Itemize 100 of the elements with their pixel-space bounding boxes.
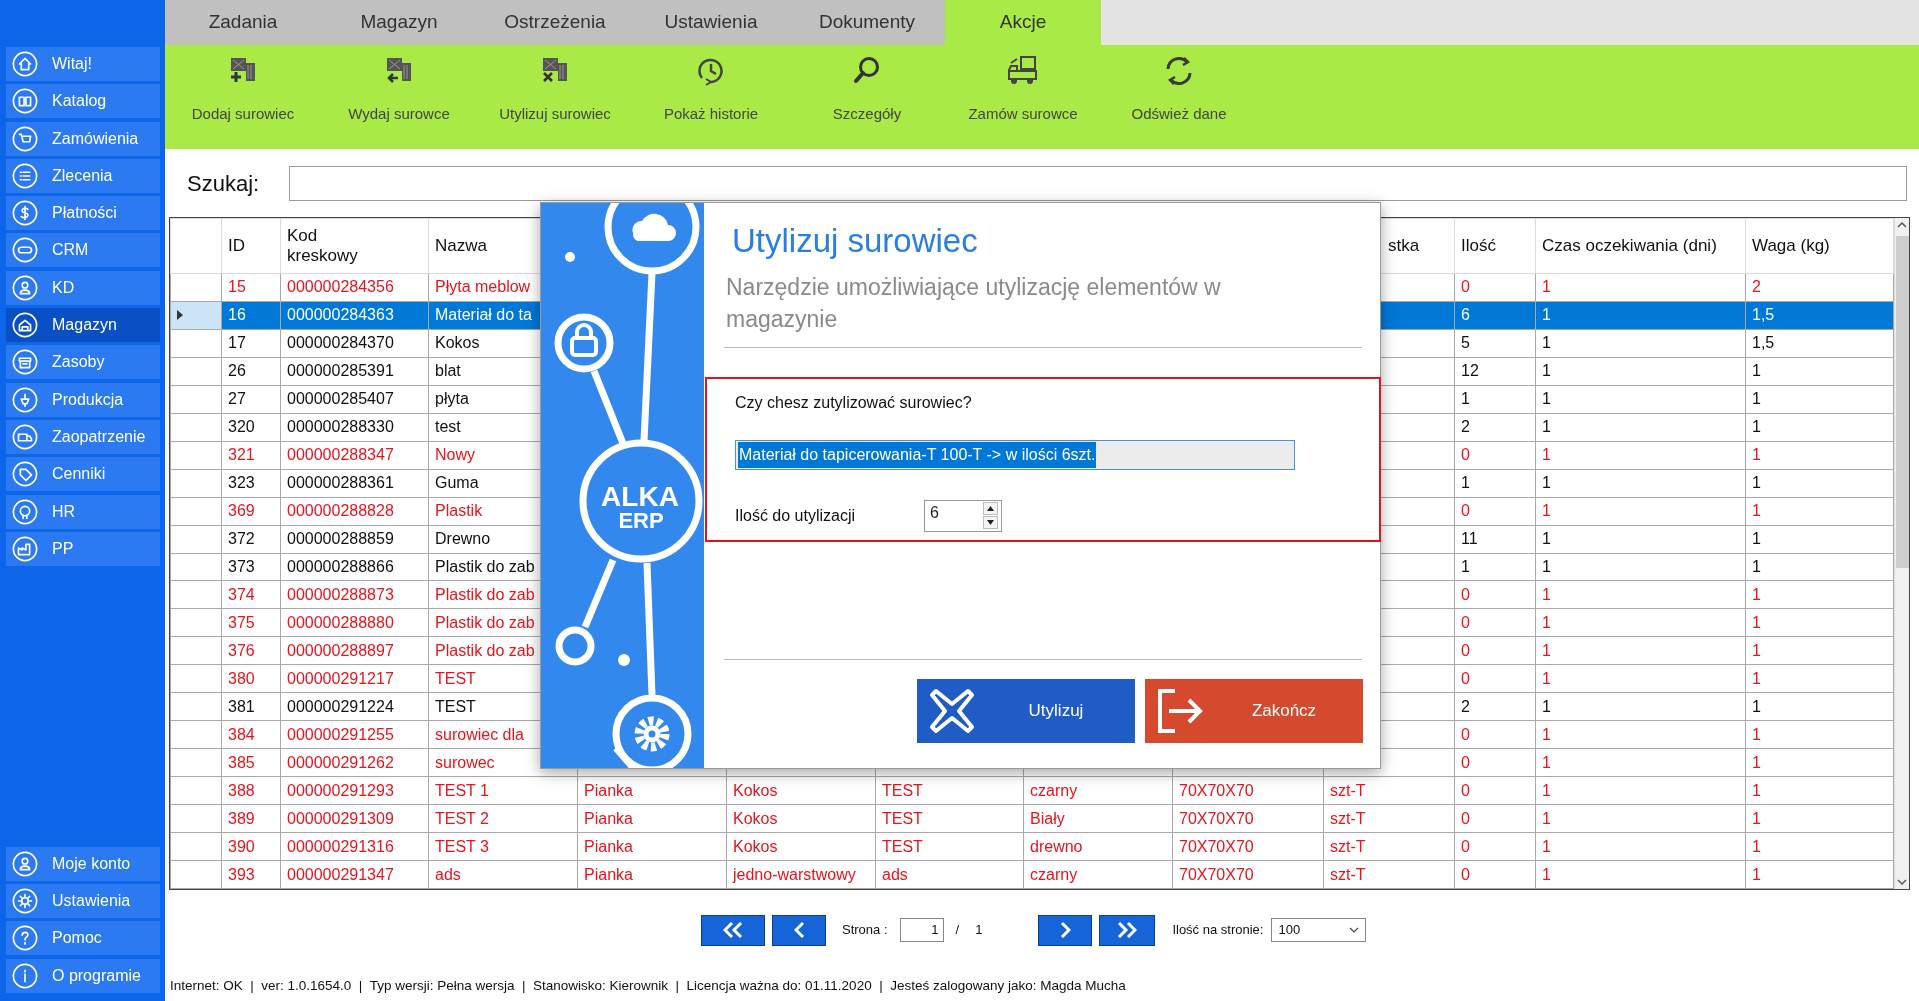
quantity-spinner[interactable]: 6 [924,499,1002,532]
row-header[interactable] [170,357,222,386]
toolbar-button[interactable]: Utylizuj surowiec [477,45,633,149]
table-cell: 393 [228,865,255,883]
info-icon [12,962,38,989]
sidebar-item[interactable]: CRM [6,233,160,268]
increment-button[interactable] [983,502,998,516]
row-header[interactable] [170,301,222,330]
sidebar-item[interactable]: Katalog [6,84,160,119]
toolbar-button[interactable]: Pokaż historie [633,45,789,149]
table-cell: 70X70X70 [1179,809,1254,827]
table-cell: 0 [1461,837,1470,855]
table-cell: Kokos [733,781,778,799]
table-cell: 1 [1752,613,1761,631]
sidebar-item[interactable]: PP [6,531,160,566]
tab[interactable]: Ostrzeżenia [477,0,633,45]
row-header[interactable] [170,413,222,442]
decrement-button[interactable] [983,516,998,530]
sidebar-item[interactable]: Zasoby [6,345,160,380]
sidebar-item[interactable]: Pomoc [6,921,160,956]
page-separator: / [955,921,960,940]
sidebar-item[interactable]: Produkcja [6,382,160,417]
toolbar-button[interactable]: Odśwież dane [1101,45,1257,149]
tab[interactable]: Ustawienia [633,0,789,45]
row-header[interactable] [170,804,222,833]
table-cell: 1 [1542,585,1551,603]
tab[interactable]: Zadania [165,0,321,45]
next-page-button[interactable] [1038,914,1093,946]
sidebar-item[interactable]: Zaopatrzenie [6,419,160,454]
scroll-thumb[interactable] [1895,236,1909,568]
row-header[interactable] [170,273,222,302]
sidebar-item[interactable]: Zamówienia [6,121,160,156]
table-cell: 323 [228,474,255,492]
row-header[interactable] [170,469,222,498]
table-cell: 0 [1461,613,1470,631]
summary-field[interactable]: Materiał do tapicerowania-T 100-T -> w ilości 6szt. [735,439,1295,470]
last-page-button[interactable] [1099,914,1156,946]
caret-icon [1349,927,1360,933]
sidebar-item[interactable]: Ustawienia [6,884,160,919]
sidebar-item[interactable]: Cenniki [6,457,160,492]
table-cell: ads [435,865,461,883]
table-cell: Płyta meblow [435,278,531,296]
tab[interactable]: Magazyn [321,0,477,45]
table-cell: 0 [1461,781,1470,799]
row-header[interactable] [170,860,222,889]
sidebar-item[interactable]: Zlecenia [6,158,160,193]
row-header[interactable] [170,497,222,526]
row-header[interactable] [170,329,222,358]
table-cell: 1 [1752,669,1761,687]
table-cell: 1 [1752,753,1761,771]
table-cell: Kokos [733,809,778,827]
table-cell: TEST [882,809,923,827]
toolbar-button[interactable]: Szczegóły [789,45,945,149]
page-field[interactable]: 1 [899,918,944,942]
sidebar-item[interactable]: Płatności [6,196,160,231]
row-header[interactable] [170,776,222,805]
previous-page-button[interactable] [772,914,826,946]
table-cell: TEST [435,669,476,687]
first-page-button[interactable] [701,914,765,946]
per-page-select[interactable]: 100 [1271,918,1367,942]
status-bar-text: Internet: OK | ver: 1.0.1654.0 | Typ wersji: Pełna wersja | Stanowisko: Kierownik | Licencja ważna do: 01.11.2020 | Jesteś zalogowany jako: Magda Mucha [169,977,1127,995]
table-cell: 1 [1542,641,1551,659]
row-header[interactable] [170,692,222,721]
table-cell: 2 [1461,418,1470,436]
tab[interactable]: Dokumenty [789,0,945,45]
toolbar-button[interactable]: Zamów surowce [945,45,1101,149]
row-header[interactable] [170,441,222,470]
table-cell: 000000291224 [287,697,394,715]
table-cell: TEST [435,697,476,715]
scrollbar[interactable] [1894,218,1909,889]
table-cell: szt-T [1330,781,1366,799]
row-header[interactable] [170,608,222,637]
exit-button[interactable]: Zakończ [1145,678,1363,743]
row-header[interactable] [170,385,222,414]
toolbar-button[interactable]: Wydaj surowce [321,45,477,149]
sidebar-item[interactable]: Witaj! [6,47,160,81]
sidebar-item[interactable]: O programie [6,958,160,993]
tab[interactable]: Akcje [945,0,1101,45]
toolbar-button[interactable]: Dodaj surowiec [165,45,321,149]
table-cell: 27 [228,390,246,408]
row-header[interactable] [170,748,222,777]
row-header[interactable] [170,664,222,693]
row-header[interactable] [170,581,222,609]
table-cell: TEST 3 [435,837,489,855]
table-cell: 000000291316 [287,837,394,855]
double-chevron-icon [1117,921,1138,939]
sidebar-item[interactable]: Moje konto [6,846,160,881]
sidebar-item[interactable]: HR [6,494,160,529]
sidebar-item[interactable]: KD [6,270,160,305]
row-header[interactable] [170,553,222,581]
row-header[interactable] [170,832,222,861]
confirm-button[interactable]: Utylizuj [917,678,1135,743]
sidebar-item[interactable]: Magazyn [6,308,160,343]
search-field[interactable] [289,165,1907,201]
row-header[interactable] [170,636,222,665]
table-cell: jedno-warstwowy [733,865,856,883]
table-cell: 1 [1542,334,1551,352]
row-header[interactable] [170,720,222,749]
row-header[interactable] [170,525,222,554]
table-cell: 0 [1461,585,1470,603]
